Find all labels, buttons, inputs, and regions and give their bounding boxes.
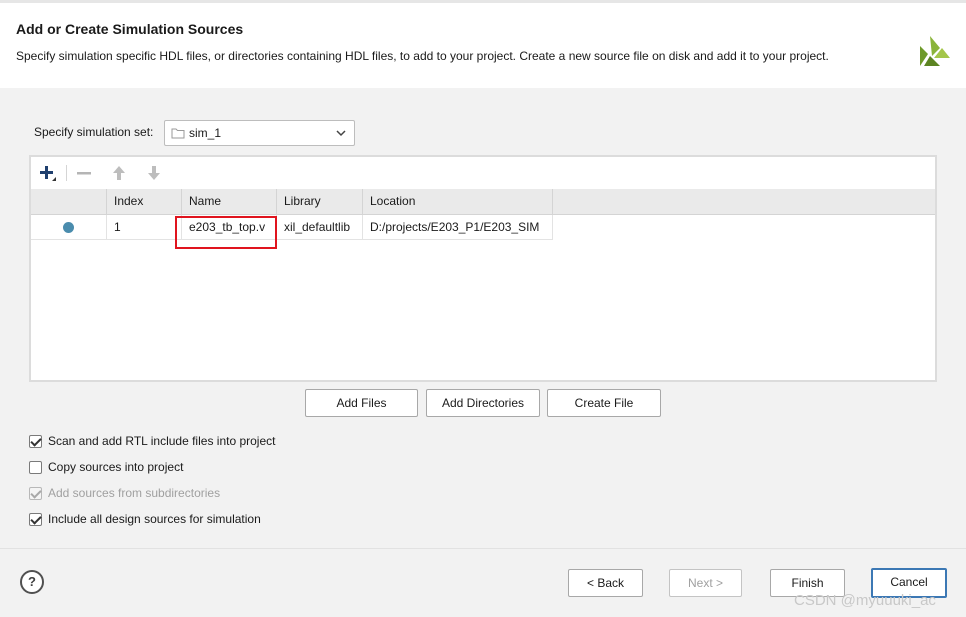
column-location[interactable]: Location xyxy=(363,189,553,214)
option-label: Scan and add RTL include files into proj… xyxy=(48,434,276,448)
help-button[interactable]: ? xyxy=(20,570,44,594)
back-button[interactable]: < Back xyxy=(568,569,643,597)
simulation-set-dropdown[interactable]: sim_1 xyxy=(164,120,355,146)
column-name[interactable]: Name xyxy=(182,189,277,214)
add-files-button[interactable]: Add Files xyxy=(305,389,418,417)
chevron-down-icon xyxy=(336,130,346,137)
plus-icon xyxy=(40,166,56,181)
column-library[interactable]: Library xyxy=(277,189,363,214)
checkbox[interactable] xyxy=(29,434,42,448)
move-up-button[interactable] xyxy=(108,163,130,183)
status-cell xyxy=(31,215,107,239)
option-add-subdirectories: Add sources from subdirectories xyxy=(29,484,220,502)
column-status xyxy=(31,189,107,214)
arrow-up-icon xyxy=(113,166,125,180)
create-file-button[interactable]: Create File xyxy=(547,389,661,417)
annotation-highlight-box xyxy=(175,216,277,249)
remove-source-button[interactable] xyxy=(73,163,95,183)
toolbar-separator xyxy=(66,165,67,181)
option-label: Include all design sources for simulatio… xyxy=(48,512,261,526)
option-scan-rtl-include[interactable]: Scan and add RTL include files into proj… xyxy=(29,432,275,450)
library-cell: xil_defaultlib xyxy=(277,215,363,239)
move-down-button[interactable] xyxy=(143,163,165,183)
option-include-design-sources[interactable]: Include all design sources for simulatio… xyxy=(29,510,261,528)
option-copy-sources[interactable]: Copy sources into project xyxy=(29,458,183,476)
simulation-set-value: sim_1 xyxy=(189,126,222,140)
dialog-header: Add or Create Simulation Sources Specify… xyxy=(0,0,966,88)
add-directories-button[interactable]: Add Directories xyxy=(426,389,540,417)
add-source-button[interactable] xyxy=(37,163,59,183)
dialog-title: Add or Create Simulation Sources xyxy=(16,21,244,37)
location-cell: D:/projects/E203_P1/E203_SIM xyxy=(363,215,553,239)
checkbox[interactable] xyxy=(29,460,42,474)
dialog-subtitle: Specify simulation specific HDL files, o… xyxy=(16,49,829,63)
vivado-logo-icon xyxy=(920,36,950,66)
folder-icon xyxy=(171,128,185,139)
simulation-set-label: Specify simulation set: xyxy=(34,125,154,139)
index-cell: 1 xyxy=(107,215,182,239)
minus-icon xyxy=(77,172,91,175)
next-button[interactable]: Next > xyxy=(669,569,742,597)
arrow-down-icon xyxy=(148,166,160,180)
checkbox[interactable] xyxy=(29,512,42,526)
status-dot-icon xyxy=(63,222,74,233)
column-index[interactable]: Index xyxy=(107,189,182,214)
option-label: Copy sources into project xyxy=(48,460,184,474)
table-row[interactable]: 1 e203_tb_top.v xil_defaultlib D:/projec… xyxy=(31,215,553,240)
option-label: Add sources from subdirectories xyxy=(48,486,221,500)
watermark-text: CSDN @myuuuki_ac xyxy=(794,592,936,609)
checkbox xyxy=(29,486,42,500)
table-header: Index Name Library Location xyxy=(31,189,935,215)
sources-toolbar xyxy=(31,157,935,189)
sources-panel: Index Name Library Location 1 e203_tb_to… xyxy=(29,155,937,382)
